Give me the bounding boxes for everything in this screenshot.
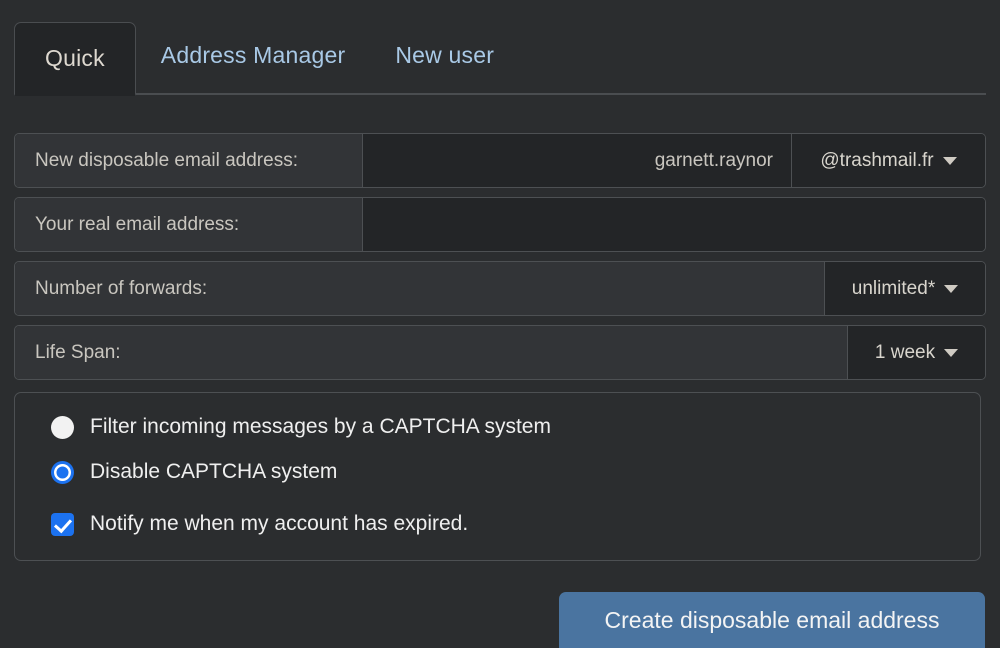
lifespan-select[interactable]: 1 week [848,326,985,379]
row-real-email-address: Your real email address: [14,197,986,252]
radio-disable-captcha[interactable] [51,460,74,484]
radio-filter-captcha[interactable] [51,415,74,439]
tab-address-manager[interactable]: Address Manager [136,21,371,95]
domain-select[interactable]: @trashmail.fr [792,134,985,187]
chevron-down-icon [944,348,959,357]
trashmail-quick-page: Quick Address Manager New user New dispo… [0,0,1000,648]
new-address-input[interactable]: garnett.raynor [363,134,792,187]
captcha-options-panel: Filter incoming messages by a CAPTCHA sy… [14,392,981,561]
option-notify-expired[interactable]: Notify me when my account has expired. [51,512,980,536]
lifespan-select-value: 1 week [874,341,936,363]
create-disposable-email-button[interactable]: Create disposable email address [559,592,985,648]
tab-new-user-label: New user [395,41,495,68]
row-number-of-forwards: Number of forwards: unlimited* [14,261,986,316]
chevron-down-icon [944,284,959,293]
option-filter-captcha-label: Filter incoming messages by a CAPTCHA sy… [90,415,551,438]
create-disposable-email-label: Create disposable email address [604,606,940,633]
forwards-select[interactable]: unlimited* [825,262,985,315]
real-address-label: Your real email address: [15,198,363,251]
checkbox-notify-expired[interactable] [51,512,74,536]
lifespan-label: Life Span: [15,326,848,379]
forwards-label: Number of forwards: [15,262,825,315]
quick-form: New disposable email address: garnett.ra… [14,133,986,389]
domain-select-value: @trashmail.fr [820,149,934,171]
option-filter-captcha[interactable]: Filter incoming messages by a CAPTCHA sy… [51,415,980,439]
tab-quick[interactable]: Quick [14,22,136,96]
new-address-label: New disposable email address: [15,134,363,187]
option-disable-captcha[interactable]: Disable CAPTCHA system [51,460,980,484]
option-notify-expired-label: Notify me when my account has expired. [90,512,469,535]
forwards-select-value: unlimited* [851,277,936,299]
tab-bar: Quick Address Manager New user [0,0,1000,96]
row-life-span: Life Span: 1 week [14,325,986,380]
tab-address-manager-label: Address Manager [160,41,346,68]
tab-new-user[interactable]: New user [370,21,519,95]
new-address-value: garnett.raynor [654,149,773,171]
chevron-down-icon [942,156,957,165]
tab-quick-label: Quick [45,45,105,71]
row-new-disposable-address: New disposable email address: garnett.ra… [14,133,986,188]
option-disable-captcha-label: Disable CAPTCHA system [90,460,338,483]
real-address-input[interactable] [363,198,985,251]
